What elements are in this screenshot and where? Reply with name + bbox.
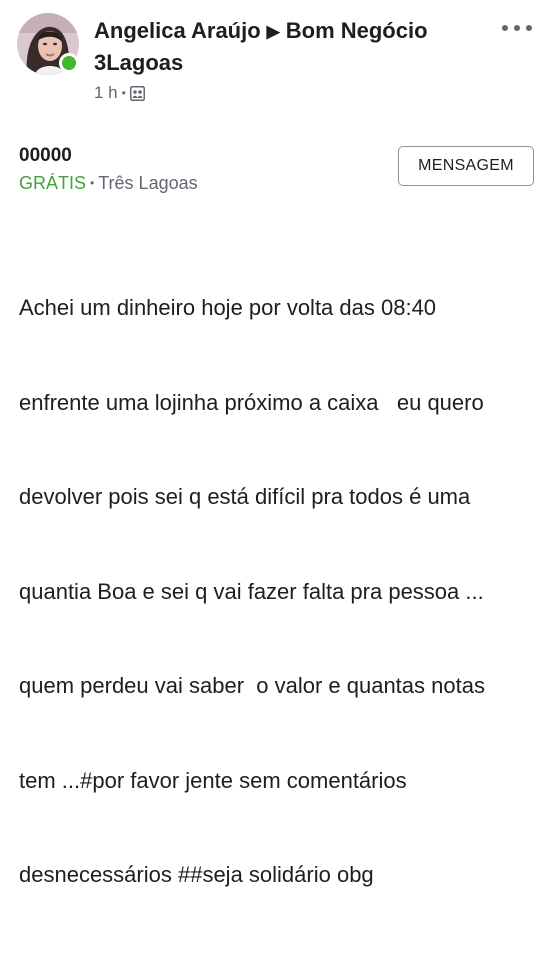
listing-title: 00000 [19,145,72,166]
post-header: Angelica Araújo ▶ Bom Negócio 3Lagoas [94,16,474,78]
more-dot [526,25,532,31]
listing-separator: • [90,176,95,190]
post-timestamp[interactable]: 1 h [94,83,118,103]
post-body-line: devolver pois sei q está difícil pra tod… [19,484,471,509]
more-options-icon[interactable] [502,20,532,36]
more-dot [502,25,508,31]
listing-price: GRÁTIS [19,173,87,193]
listing-location: Três Lagoas [98,173,198,193]
meta-separator: • [121,86,126,100]
online-status-indicator [59,53,79,73]
post-body: Achei um dinheiro hoje por volta das 08:… [19,229,549,954]
post-body-line: tem ...#por favor jente sem comentários [19,767,407,793]
group-post: Angelica Araújo ▶ Bom Negócio 3Lagoas 1 h … [0,0,554,887]
message-button[interactable]: MENSAGEM [398,146,534,186]
post-body-line: enfrente uma lojinha próximo a caixa eu … [19,389,484,415]
author-avatar[interactable] [17,13,79,75]
listing-price-location: GRÁTIS • Três Lagoas [19,173,198,194]
post-body-line: Achei um dinheiro hoje por volta das 08:… [19,295,437,320]
more-dot [514,25,520,31]
post-body-line: quantia Boa e sei q vai fazer falta pra … [19,578,484,604]
arrow-right-icon: ▶ [266,22,280,41]
post-body-line: quem perdeu vai saber o valor e quantas … [19,673,485,698]
author-name-link[interactable]: Angelica Araújo [94,18,261,43]
post-body-line: desnecessários ##seja solidário obg [19,862,374,887]
post-meta: 1 h • [94,83,145,103]
group-members-icon [129,85,145,101]
